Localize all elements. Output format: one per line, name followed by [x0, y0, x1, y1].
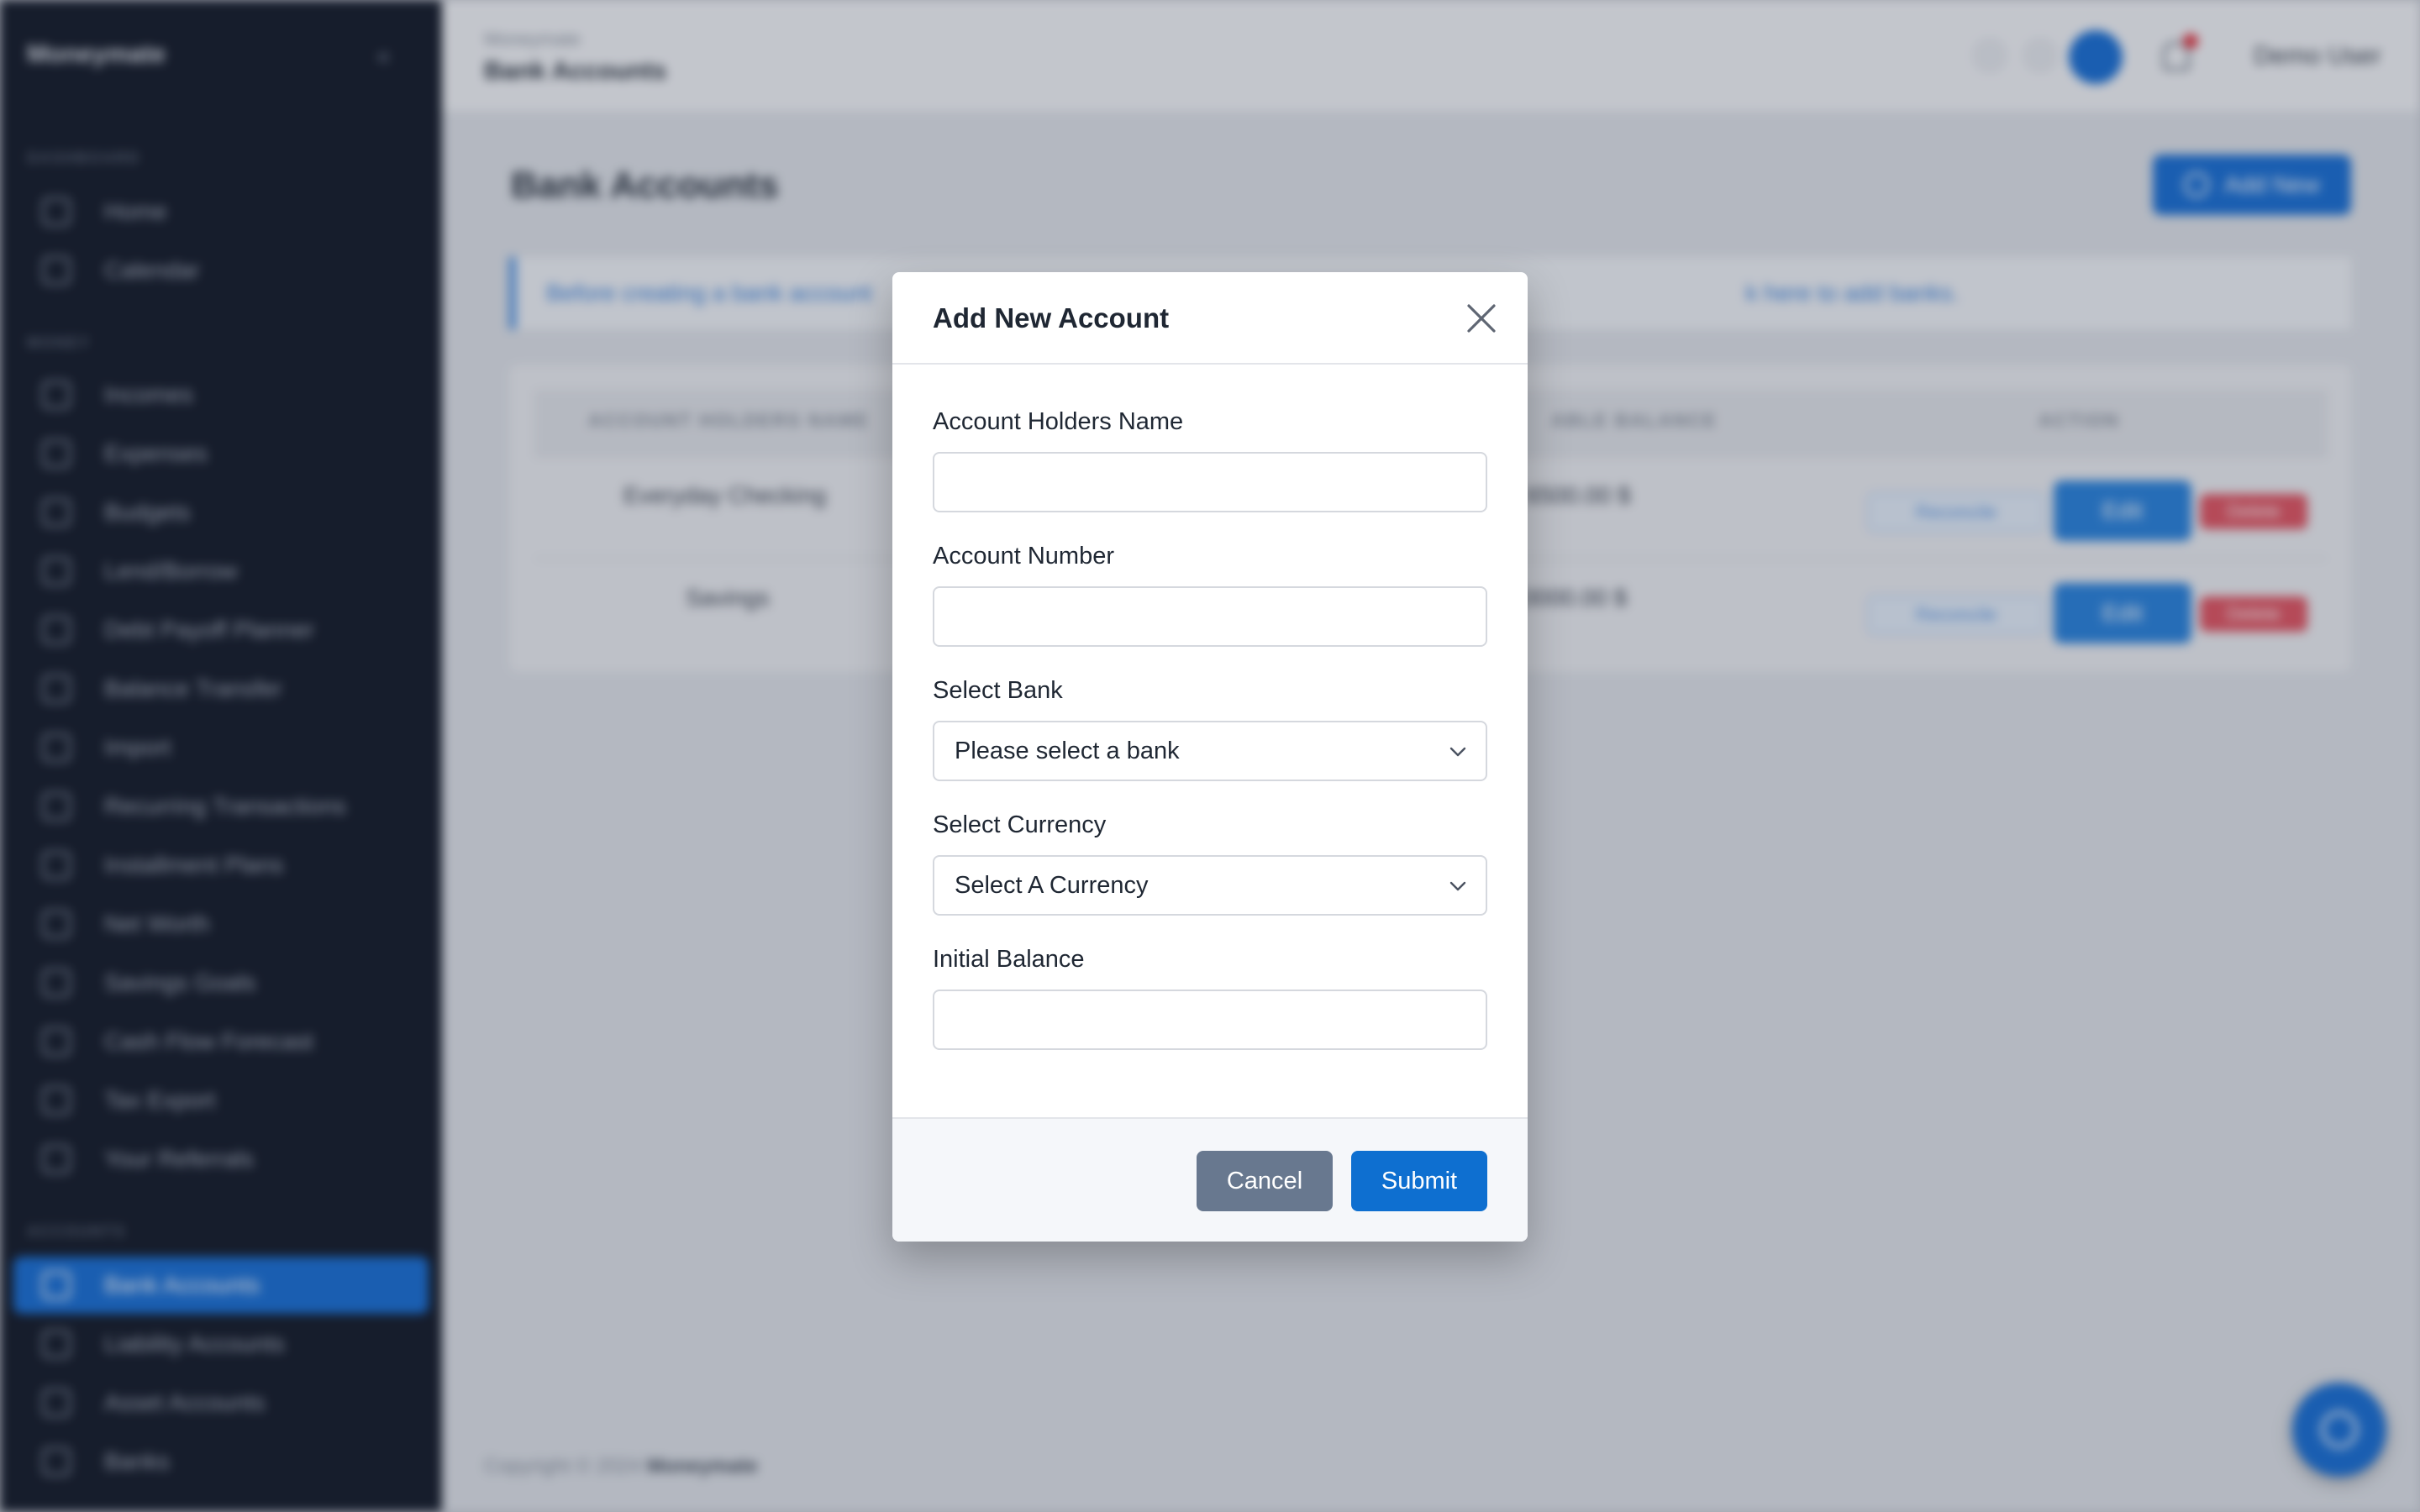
chevron-down-icon [1447, 741, 1469, 763]
holder-name-input[interactable] [933, 452, 1487, 512]
chevron-down-icon [1447, 875, 1469, 897]
modal-title: Add New Account [933, 302, 1170, 333]
initial-balance-label: Initial Balance [933, 946, 1085, 973]
account-number-label: Account Number [933, 543, 1114, 570]
account-number-input[interactable] [933, 586, 1487, 647]
modal-header: Add New Account [892, 272, 1528, 365]
currency-select[interactable]: Select A Currency [933, 855, 1487, 916]
submit-button[interactable]: Submit [1351, 1151, 1487, 1211]
close-button[interactable] [1462, 299, 1501, 338]
currency-label: Select Currency [933, 811, 1107, 838]
bank-label: Select Bank [933, 677, 1063, 704]
holder-name-label: Account Holders Name [933, 408, 1184, 435]
initial-balance-input[interactable] [933, 990, 1487, 1050]
add-account-modal: Add New Account Account Holders Name Acc… [892, 272, 1528, 1242]
cancel-button[interactable]: Cancel [1197, 1151, 1333, 1211]
bank-select-value: Please select a bank [955, 737, 1180, 764]
modal-footer: Cancel Submit [892, 1117, 1528, 1242]
currency-select-value: Select A Currency [955, 871, 1149, 899]
close-icon [1467, 304, 1496, 333]
bank-select[interactable]: Please select a bank [933, 721, 1487, 781]
